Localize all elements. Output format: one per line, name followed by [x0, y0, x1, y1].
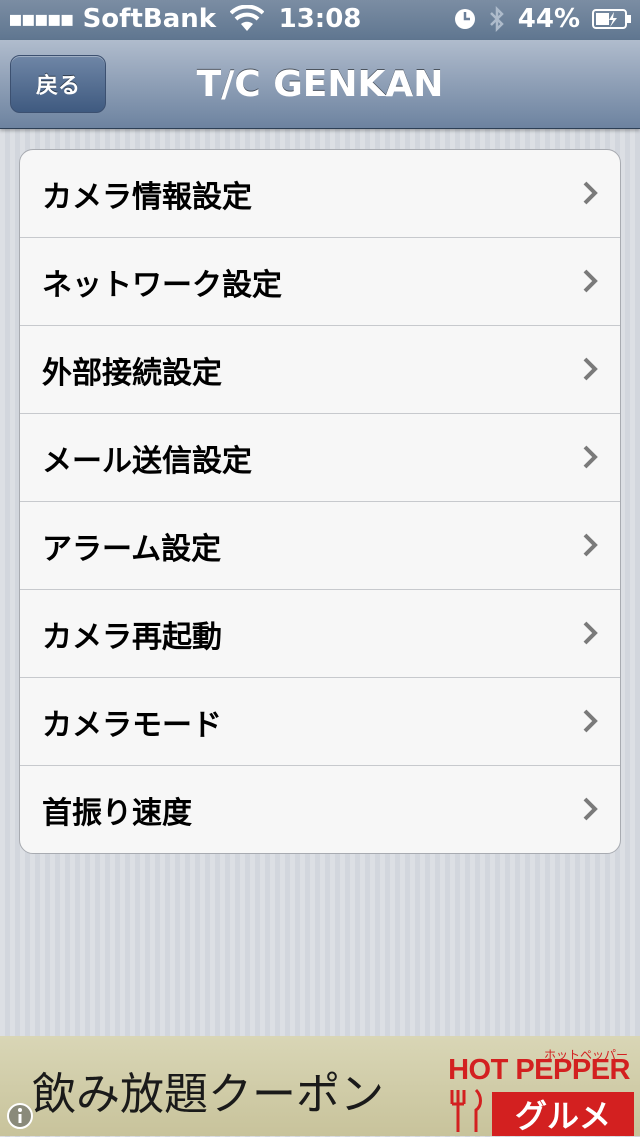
chevron-right-icon	[583, 533, 598, 557]
chevron-right-icon	[583, 269, 598, 293]
back-button[interactable]: 戻る	[10, 55, 106, 113]
menu-item-label: 首振り速度	[42, 795, 192, 831]
chevron-right-icon	[583, 709, 598, 733]
clock-icon	[454, 9, 475, 29]
chevron-right-icon	[583, 621, 598, 645]
menu-item-network-settings[interactable]: ネットワーク設定	[20, 237, 620, 325]
ad-text: 飲み放題クーポン	[32, 1069, 384, 1120]
menu-item-label: カメラ再起動	[42, 619, 222, 655]
battery-icon	[592, 9, 631, 29]
battery-percentage: 44%	[517, 4, 580, 34]
menu-item-label: カメラモード	[42, 707, 222, 743]
menu-item-camera-restart[interactable]: カメラ再起動	[20, 589, 620, 677]
hot-pepper-logo: ホットペッパー HOT PEPPER グルメ	[446, 1044, 636, 1136]
menu-item-label: カメラ情報設定	[42, 179, 252, 215]
menu-item-alarm-settings[interactable]: アラーム設定	[20, 501, 620, 589]
menu-item-camera-mode[interactable]: カメラモード	[20, 677, 620, 765]
chevron-right-icon	[583, 797, 598, 821]
menu-item-label: ネットワーク設定	[42, 267, 282, 303]
chevron-right-icon	[583, 181, 598, 205]
menu-item-label: 外部接続設定	[42, 355, 222, 391]
settings-menu-group: カメラ情報設定 ネットワーク設定 外部接続設定 メール送信設定 アラーム設定 カ…	[19, 149, 621, 854]
menu-item-external-connection-settings[interactable]: 外部接続設定	[20, 325, 620, 413]
status-bar: ▪▪▪▪▪ SoftBank 13:08 44%	[0, 0, 640, 40]
fork-knife-icon	[450, 1088, 482, 1132]
menu-item-pan-speed[interactable]: 首振り速度	[20, 765, 620, 853]
chevron-right-icon	[583, 445, 598, 469]
chevron-right-icon	[583, 357, 598, 381]
menu-item-label: メール送信設定	[42, 443, 252, 479]
menu-item-mail-settings[interactable]: メール送信設定	[20, 413, 620, 501]
menu-item-label: アラーム設定	[42, 531, 222, 567]
bluetooth-icon	[489, 5, 504, 33]
navigation-bar: T/C GENKAN 戻る	[0, 40, 640, 129]
menu-item-camera-info-settings[interactable]: カメラ情報設定	[20, 150, 620, 237]
brand-gourmet-box: グルメ	[492, 1092, 634, 1136]
info-icon[interactable]	[6, 1102, 34, 1130]
brand-name: HOT PEPPER	[448, 1054, 630, 1086]
